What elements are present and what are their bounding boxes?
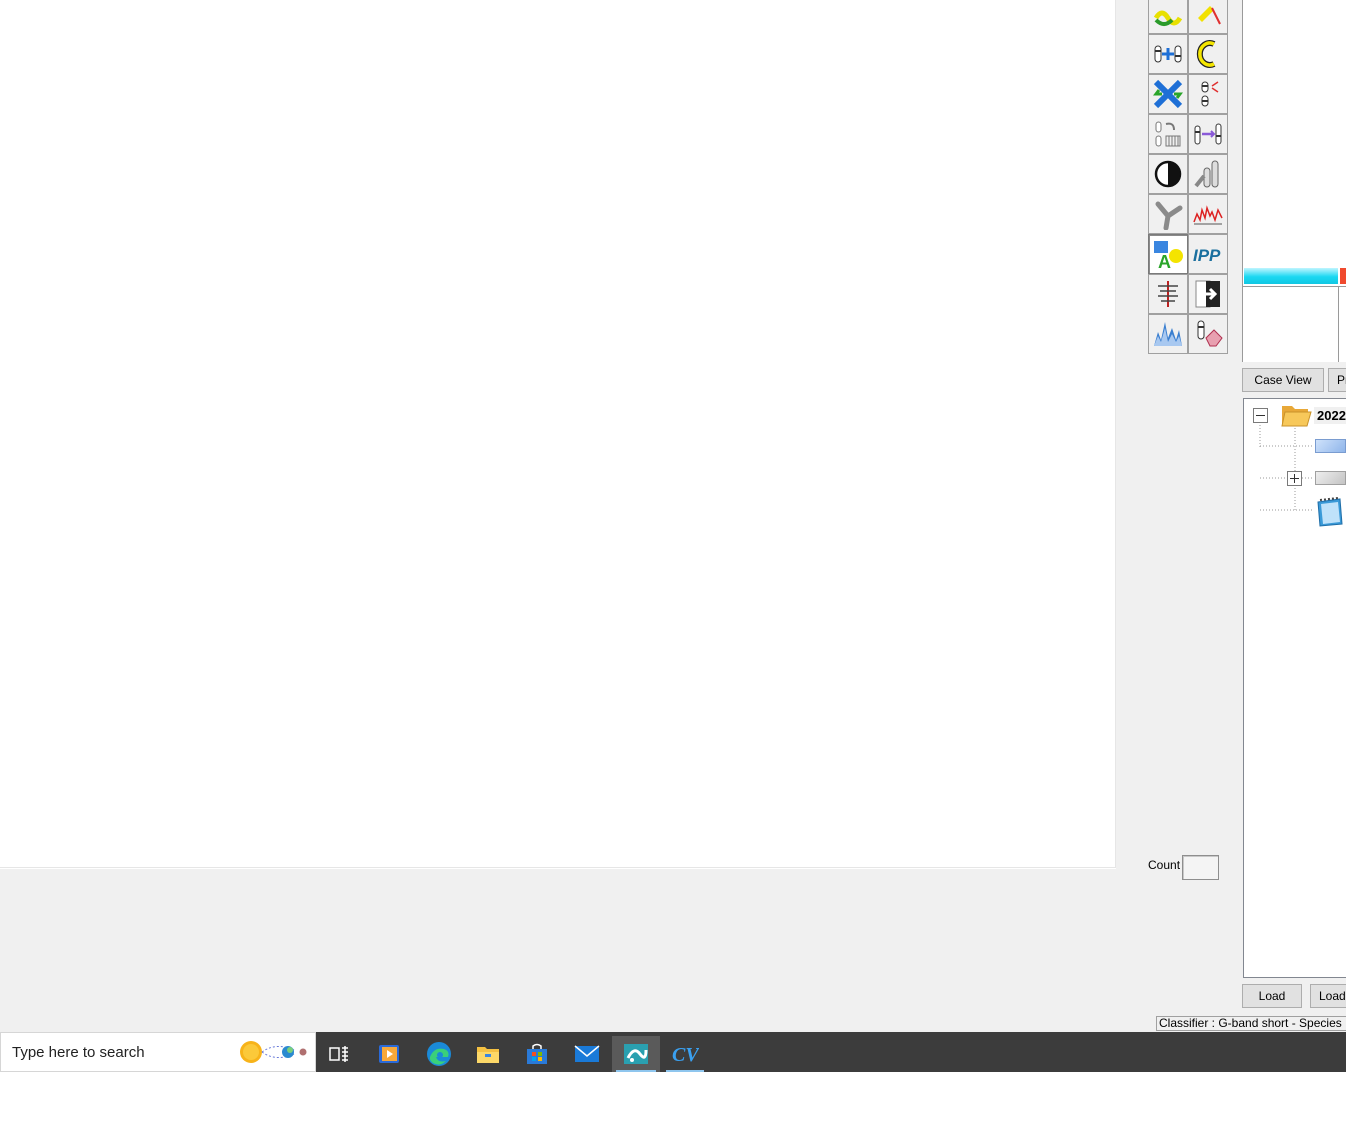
export-arrow-tool-button[interactable] (1188, 274, 1228, 314)
file-explorer-button[interactable] (465, 1036, 511, 1072)
annotate-shapes-tool-button[interactable]: A (1148, 234, 1188, 274)
minus-icon (1256, 415, 1265, 416)
edge-icon (427, 1042, 451, 1066)
edge-browser-button[interactable] (416, 1036, 462, 1072)
ipp-tool-icon: IPP (1193, 246, 1221, 265)
preview-panel (1242, 0, 1346, 362)
centromere-c-tool-button[interactable] (1188, 34, 1228, 74)
branch-separate-tool-icon (1155, 201, 1183, 230)
plus-icon-v (1294, 474, 1295, 483)
chromosome-cross-tool-icon (1153, 79, 1183, 109)
chromosome-link-tool-button[interactable] (1148, 0, 1188, 34)
svg-text:A: A (1158, 252, 1171, 270)
yellow-pointer-tool-button[interactable] (1188, 0, 1228, 34)
weather-sun-icon[interactable] (236, 1036, 312, 1068)
media-player-icon (379, 1045, 399, 1063)
mail-button[interactable] (564, 1036, 610, 1072)
export-arrow-tool-icon (1195, 280, 1220, 308)
histogram-tool-button[interactable] (1148, 314, 1188, 354)
centromere-c-tool-icon (1196, 40, 1216, 68)
cytovision-icon (624, 1044, 648, 1064)
tab-case-view[interactable]: Case View (1242, 368, 1324, 392)
count-field[interactable] (1182, 855, 1219, 880)
ipp-tool-button[interactable]: IPP (1188, 234, 1228, 274)
chromosome-add-tool-button[interactable] (1148, 34, 1188, 74)
count-label: Count (1148, 858, 1181, 872)
profile-graph-tool-button[interactable] (1188, 194, 1228, 234)
contrast-tool-icon (1154, 160, 1182, 188)
chromosome-erase-tool-button[interactable] (1188, 314, 1228, 354)
load-button-2[interactable]: Load (1310, 984, 1346, 1008)
task-view-button[interactable] (316, 1036, 362, 1072)
chromosome-link-tool-icon (1153, 10, 1183, 26)
search-placeholder: Type here to search (12, 1044, 145, 1061)
load-button-1[interactable]: Load (1242, 984, 1302, 1008)
tool-palette: A IPP (1148, 0, 1228, 354)
karyotype-thumbnail-icon[interactable] (1315, 471, 1346, 485)
preview-divider-vertical (1338, 286, 1339, 362)
cv-app-button[interactable]: CV (662, 1036, 708, 1072)
branch-separate-tool-button[interactable] (1148, 194, 1188, 234)
image-workspace[interactable] (0, 0, 1116, 868)
chromosome-swap-tool-icon (1194, 123, 1222, 145)
contrast-tool-button[interactable] (1148, 154, 1188, 194)
mail-icon (574, 1045, 600, 1062)
cytovision-app-button[interactable] (612, 1036, 660, 1072)
histogram-tool-icon (1154, 322, 1182, 346)
chromosome-cross-tool-button[interactable] (1148, 74, 1188, 114)
annotate-shapes-tool-icon: A (1154, 241, 1183, 270)
preview-divider (1243, 286, 1346, 287)
media-player-button[interactable] (366, 1036, 412, 1072)
tree-expand-toggle[interactable] (1287, 471, 1302, 486)
chromosome-add-tool-icon (1154, 45, 1182, 63)
task-view-icon (329, 1046, 348, 1062)
below-screen-area (0, 1072, 1346, 1136)
yellow-pointer-tool-icon (1198, 6, 1221, 25)
svg-text:CV: CV (672, 1044, 699, 1066)
tree-root-label[interactable]: 2022 (1314, 407, 1346, 424)
chromosome-swap-tool-button[interactable] (1188, 114, 1228, 154)
chromosome-erase-tool-icon (1197, 320, 1223, 347)
folder-open-icon (1281, 406, 1312, 427)
notepad-icon[interactable] (1314, 496, 1344, 528)
profile-graph-tool-icon (1193, 205, 1223, 225)
store-icon (527, 1043, 547, 1064)
axis-straighten-tool-button[interactable] (1148, 274, 1188, 314)
karyogram-arrange-tool-button[interactable] (1148, 114, 1188, 154)
cell-progress-bar (1244, 268, 1338, 284)
status-strip (0, 1013, 1346, 1032)
cell-marker-red (1340, 268, 1346, 284)
axis-straighten-tool-icon (1158, 281, 1178, 307)
microsoft-store-button[interactable] (514, 1036, 560, 1072)
chromosome-split-tool-icon (1201, 81, 1219, 107)
karyogram-arrange-tool-icon (1155, 121, 1181, 147)
chromosome-pair-tool-icon (1194, 160, 1219, 188)
tab-second[interactable]: Pr (1328, 368, 1346, 392)
classifier-status: Classifier : G-band short - Species : H (1156, 1016, 1346, 1031)
file-explorer-icon (477, 1047, 499, 1063)
chromosome-split-tool-button[interactable] (1188, 74, 1228, 114)
cell-image-thumbnail-icon[interactable] (1315, 439, 1346, 453)
tree-collapse-toggle[interactable] (1253, 408, 1268, 423)
chromosome-pair-tool-button[interactable] (1188, 154, 1228, 194)
svg-text:IPP: IPP (1193, 246, 1221, 265)
cv-app-icon: CV (672, 1044, 699, 1066)
bottom-panel (0, 869, 1116, 1032)
